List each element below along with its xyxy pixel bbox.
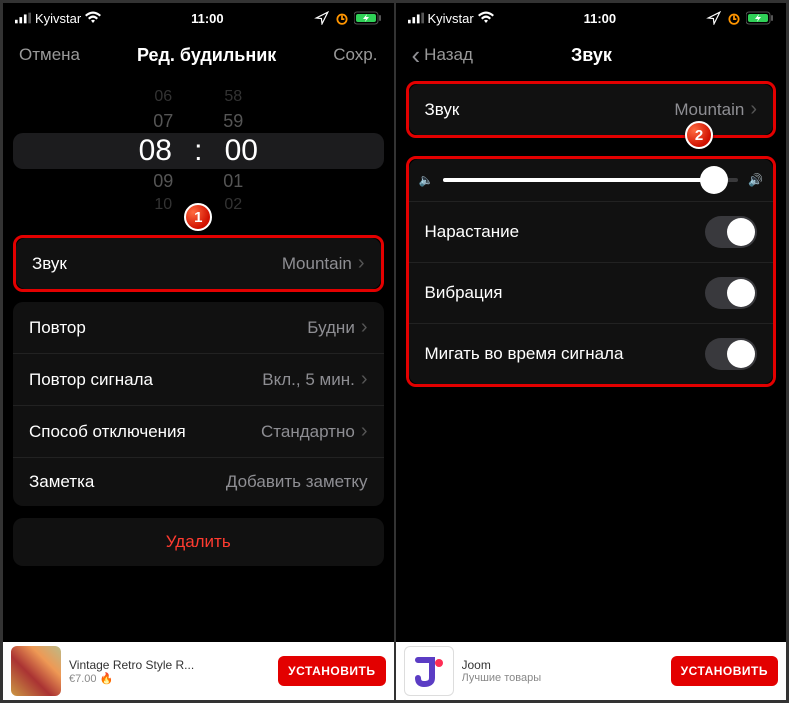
step-badge-2: 2 (685, 121, 713, 149)
alarm-icon (726, 11, 742, 25)
location-icon (314, 11, 330, 25)
dismiss-row[interactable]: Способ отключения Стандартно› (13, 405, 384, 457)
speaker-high-icon: 🔊 (748, 173, 763, 187)
sound-value: Mountain (282, 254, 352, 274)
ad-title: Vintage Retro Style R... (69, 658, 270, 672)
wifi-icon (478, 11, 494, 25)
carrier-label: Kyivstar (35, 11, 81, 26)
navbar: Отмена Ред. будильник Сохр. (3, 33, 394, 77)
cancel-button[interactable]: Отмена (19, 45, 80, 65)
volume-slider[interactable] (443, 178, 738, 182)
fade-toggle[interactable] (705, 216, 757, 248)
back-button[interactable]: ‹ Назад (412, 40, 473, 71)
alarm-icon (334, 11, 350, 25)
chevron-left-icon: ‹ (412, 40, 421, 71)
ad-title: Joom (462, 658, 663, 672)
flash-toggle[interactable] (705, 338, 757, 370)
signal-icon (15, 11, 31, 25)
screen-sound-settings: Kyivstar 11:00 ‹ Назад Звук Звук Mou (395, 2, 788, 701)
vibrate-toggle[interactable] (705, 277, 757, 309)
wifi-icon (85, 11, 101, 25)
sound-select-row[interactable]: Звук Mountain› (409, 84, 774, 135)
time-picker[interactable]: 0658 0759 08 : 00 0901 1002 1 (13, 85, 384, 217)
ad-install-button[interactable]: УСТАНОВИТЬ (671, 656, 778, 686)
navbar: ‹ Назад Звук (396, 33, 787, 77)
sound-label: Звук (32, 254, 67, 274)
status-bar: Kyivstar 11:00 (396, 3, 787, 33)
chevron-right-icon: › (361, 316, 368, 339)
repeat-row[interactable]: Повтор Будни› (13, 302, 384, 353)
volume-thumb[interactable] (700, 166, 728, 194)
ad-banner[interactable]: Joom Лучшие товары УСТАНОВИТЬ (396, 642, 787, 700)
sound-row[interactable]: Звук Mountain › (16, 238, 381, 289)
ad-subtitle: Лучшие товары (462, 672, 663, 684)
ad-install-button[interactable]: УСТАНОВИТЬ (278, 656, 385, 686)
screen-edit-alarm: Kyivstar 11:00 Отмена Ред. будильник Сох… (2, 2, 395, 701)
ad-price: €7.00 🔥 (69, 672, 270, 685)
volume-slider-row: 🔈 🔊 (409, 159, 774, 201)
status-bar: Kyivstar 11:00 (3, 3, 394, 33)
chevron-right-icon: › (750, 98, 757, 121)
vibrate-row: Вибрация (409, 262, 774, 323)
page-title: Ред. будильник (137, 45, 276, 66)
picker-minute: 00 (216, 139, 266, 163)
chevron-right-icon: › (361, 368, 368, 391)
step-badge-1: 1 (184, 203, 212, 231)
flash-row: Мигать во время сигнала (409, 323, 774, 384)
snooze-row[interactable]: Повтор сигнала Вкл., 5 мин.› (13, 353, 384, 405)
note-row[interactable]: Заметка Добавить заметку (13, 457, 384, 506)
location-icon (706, 11, 722, 25)
save-button[interactable]: Сохр. (333, 45, 377, 65)
carrier-label: Kyivstar (428, 11, 474, 26)
picker-hour: 08 (130, 139, 180, 163)
ad-image (404, 646, 454, 696)
fade-in-row: Нарастание (409, 201, 774, 262)
signal-icon (408, 11, 424, 25)
delete-button[interactable]: Удалить (13, 518, 384, 566)
battery-icon (354, 11, 382, 25)
speaker-low-icon: 🔈 (419, 173, 434, 187)
note-placeholder: Добавить заметку (226, 472, 368, 492)
page-title: Звук (571, 45, 612, 66)
ad-banner[interactable]: Vintage Retro Style R... €7.00 🔥 УСТАНОВ… (3, 642, 394, 700)
chevron-right-icon: › (361, 420, 368, 443)
clock-label: 11:00 (191, 11, 224, 26)
chevron-right-icon: › (358, 252, 365, 275)
battery-icon (746, 11, 774, 25)
ad-image (11, 646, 61, 696)
clock-label: 11:00 (584, 11, 617, 26)
